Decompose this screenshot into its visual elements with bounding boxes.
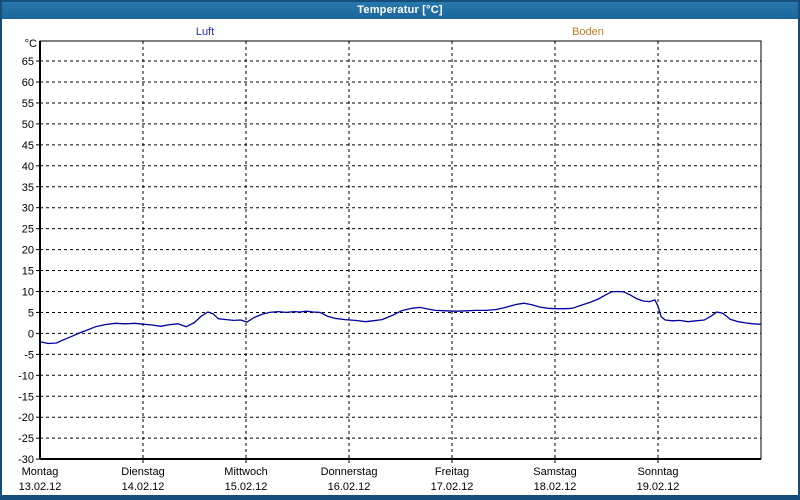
y-tick-label: 0 — [28, 328, 34, 340]
app-window: Temperatur [°C] Luft Boden °C 65 60 55 50 45… — [0, 0, 800, 500]
day-date-label: 15.02.12 — [225, 481, 268, 493]
y-tick-label: 15 — [22, 266, 34, 278]
y-tick-label: -25 — [18, 433, 34, 445]
y-tick-label: 55 — [22, 98, 34, 110]
y-tick-label: -10 — [18, 370, 34, 382]
y-tick-label: 20 — [22, 245, 34, 257]
day-name-label: Donnerstag — [321, 466, 378, 478]
y-tick-label: 30 — [22, 203, 34, 215]
y-tick-label: 25 — [22, 224, 34, 236]
y-tick-label: -20 — [18, 412, 34, 424]
y-tick-label: -15 — [18, 391, 34, 403]
temperature-curve — [39, 290, 761, 345]
day-name-label: Montag — [22, 466, 59, 478]
y-tick-label: 5 — [28, 307, 34, 319]
day-name-label: Sonntag — [638, 466, 679, 478]
day-date-label: 16.02.12 — [328, 481, 371, 493]
y-tick-label: -30 — [18, 454, 34, 466]
y-tick-label: 50 — [22, 119, 34, 131]
day-name-label: Freitag — [435, 466, 469, 478]
day-date-label: 13.02.12 — [19, 481, 62, 493]
day-date-label: 19.02.12 — [637, 481, 680, 493]
y-tick-label: 40 — [22, 161, 34, 173]
y-tick-label: 45 — [22, 140, 34, 152]
day-date-label: 18.02.12 — [534, 481, 577, 493]
y-tick-label: 65 — [22, 56, 34, 68]
y-tick-label: -5 — [24, 349, 34, 361]
y-tick-label: 60 — [22, 77, 34, 89]
y-tick-label: 35 — [22, 182, 34, 194]
temperature-chart: 65605550454035302520151050-5-10-15-20-25… — [18, 40, 762, 493]
y-tick-label: 10 — [22, 287, 34, 299]
day-name-label: Mittwoch — [224, 466, 267, 478]
day-name-label: Dienstag — [121, 466, 164, 478]
day-name-label: Samstag — [533, 466, 576, 478]
day-date-label: 17.02.12 — [431, 481, 474, 493]
day-date-label: 14.02.12 — [122, 481, 165, 493]
